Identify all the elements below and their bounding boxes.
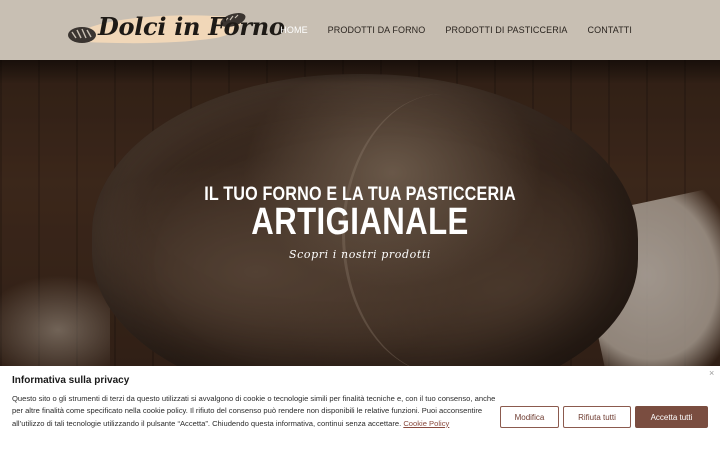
main-nav: HOME PRODOTTI DA FORNO PRODOTTI DI PASTI… (260, 0, 632, 60)
cookie-banner: × Informativa sulla privacy Questo sito … (0, 366, 720, 450)
site-logo[interactable]: Dolci in Forno (66, 10, 285, 48)
bread-loaf-icon (68, 27, 96, 43)
nav-contatti[interactable]: CONTATTI (588, 25, 632, 35)
logo-text: Dolci in Forno (98, 12, 285, 41)
cookie-banner-title: Informativa sulla privacy (12, 375, 130, 386)
reject-all-button[interactable]: Rifiuta tutti (563, 406, 631, 428)
close-icon[interactable]: × (709, 368, 714, 378)
hero-subtitle-link[interactable]: Scopri i nostri prodotti (0, 248, 720, 261)
hero-heading-line2: ARTIGIANALE (251, 201, 469, 243)
nav-home[interactable]: HOME (280, 25, 307, 35)
nav-prodotti-di-pasticceria[interactable]: PRODOTTI DI PASTICCERIA (445, 25, 567, 35)
nav-prodotti-da-forno[interactable]: PRODOTTI DA FORNO (328, 25, 426, 35)
accept-all-button[interactable]: Accetta tutti (635, 406, 708, 428)
hero-banner: IL TUO FORNO E LA TUA PASTICCERIA ARTIGI… (0, 60, 720, 366)
cookie-banner-text: Questo sito o gli strumenti di terzi da … (12, 393, 496, 430)
cookie-policy-link[interactable]: Cookie Policy (403, 419, 449, 428)
site-header: Dolci in Forno HOME PRODOTTI DA FORNO PR… (0, 0, 720, 60)
customize-button[interactable]: Modifica (500, 406, 559, 428)
